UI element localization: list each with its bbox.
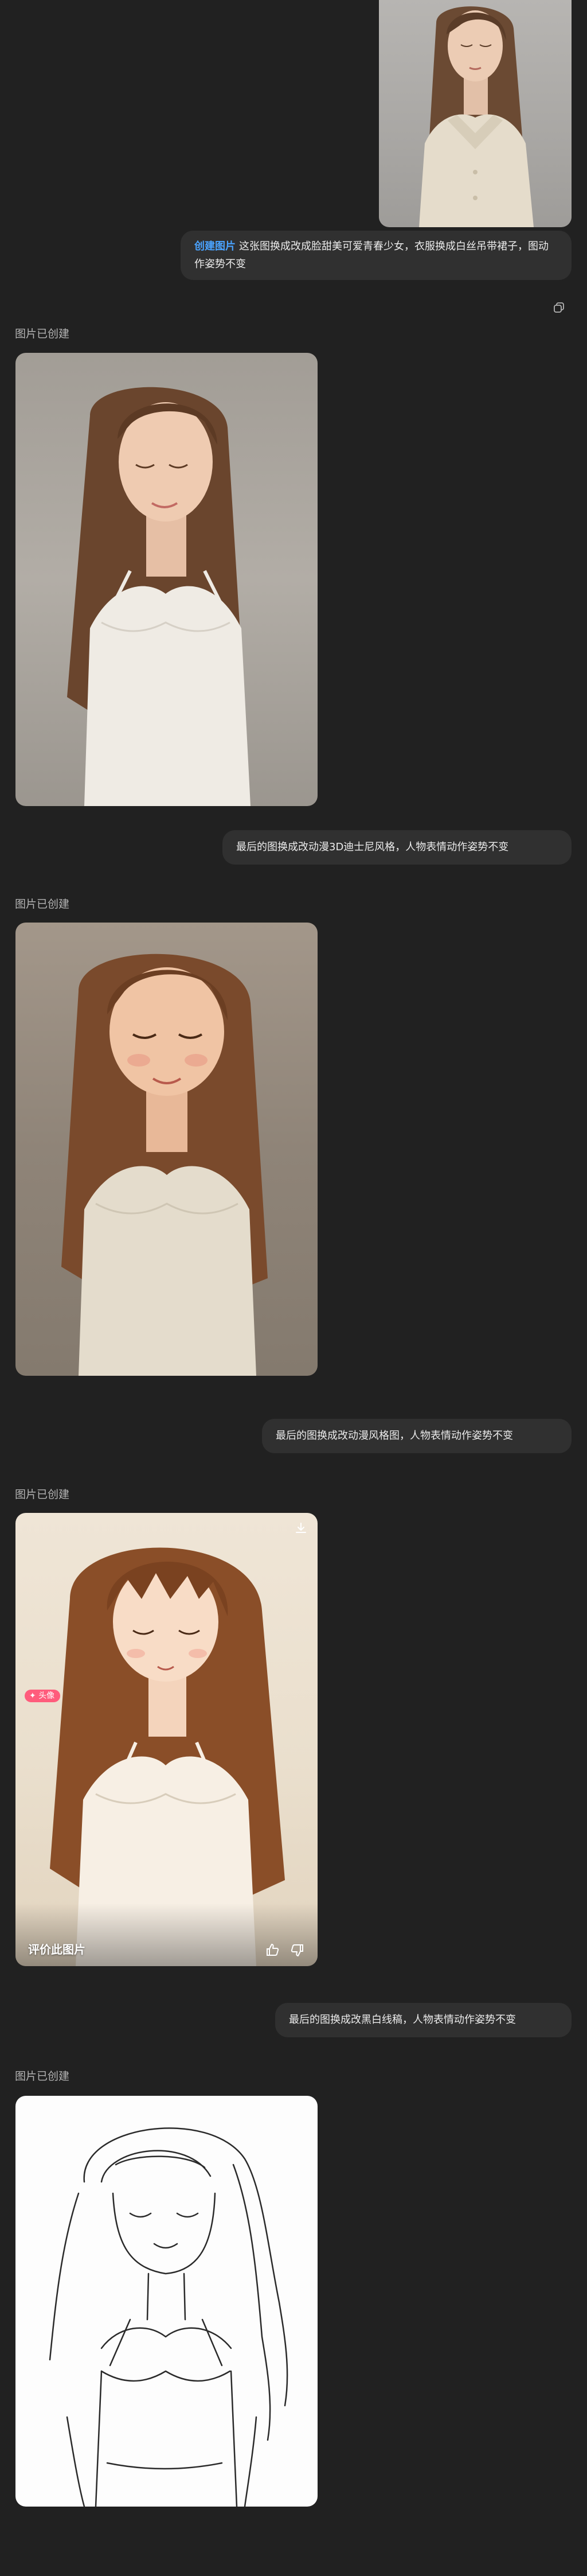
- generated-image-line-art[interactable]: [15, 2096, 318, 2507]
- uploaded-photo-illustration: [419, 6, 534, 227]
- generated-image-illustration: [61, 954, 268, 1376]
- badge-icon: ✦: [29, 1691, 36, 1701]
- image-created-label: 图片已创建: [15, 328, 70, 340]
- user-message-bubble: 最后的图换成改动漫3D迪士尼风格，人物表情动作姿势不变: [222, 830, 572, 865]
- user-message-bubble: 最后的图换成改动漫风格图，人物表情动作姿势不变: [262, 1419, 572, 1453]
- generated-image-illustration: [49, 2127, 288, 2507]
- generated-image-sweet-girl[interactable]: [15, 353, 318, 806]
- copy-icon[interactable]: [553, 301, 565, 314]
- generated-image-3d-disney[interactable]: [15, 923, 318, 1376]
- user-message-bubble: 最后的图换成改黑白线稿，人物表情动作姿势不变: [275, 2003, 572, 2037]
- create-image-tag[interactable]: 创建图片: [194, 240, 236, 252]
- user-message-bubble: 创建图片 这张图换成改成脸甜美可爱青春少女，衣服换成白丝吊带裙子，图动作姿势不变: [181, 231, 572, 280]
- download-icon[interactable]: [294, 1521, 308, 1536]
- uploaded-photo[interactable]: [379, 0, 572, 227]
- thumbs-down-icon[interactable]: [289, 1942, 305, 1958]
- generated-image-anime[interactable]: ✦ 头像 评价此图片: [15, 1513, 318, 1966]
- rate-image-label[interactable]: 评价此图片: [28, 1940, 85, 1957]
- avatar-badge[interactable]: ✦ 头像: [25, 1690, 61, 1702]
- image-created-label: 图片已创建: [15, 1488, 70, 1501]
- generated-image-illustration: [50, 1547, 285, 1966]
- image-created-label: 图片已创建: [15, 2070, 70, 2083]
- image-created-label: 图片已创建: [15, 898, 70, 910]
- thumbs-up-icon[interactable]: [265, 1942, 281, 1958]
- badge-label: 头像: [38, 1691, 55, 1701]
- user-message-text: 这张图换成改成脸甜美可爱青春少女，衣服换成白丝吊带裙子，图动作姿势不变: [194, 240, 549, 270]
- generated-image-illustration: [67, 387, 251, 806]
